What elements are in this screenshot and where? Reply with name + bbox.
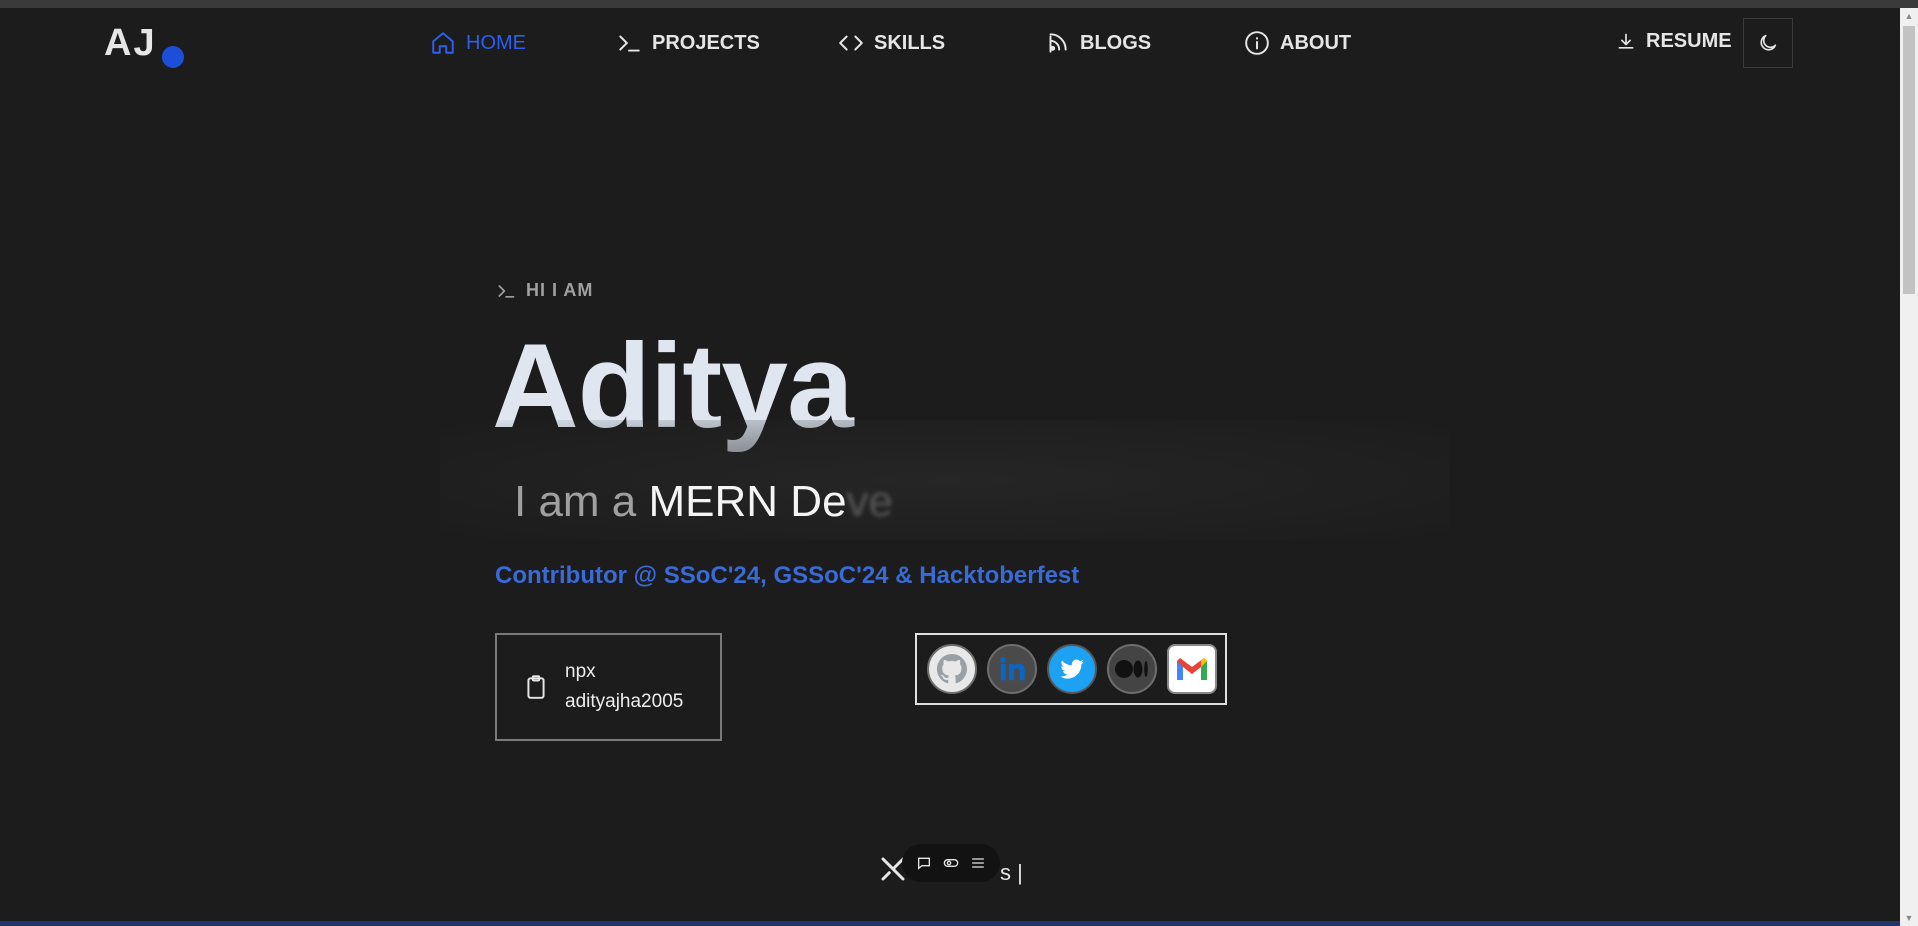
- resume-button[interactable]: RESUME: [1616, 30, 1732, 53]
- scroll-up-icon[interactable]: ▲: [1900, 8, 1918, 24]
- nav-home-label: HOME: [466, 31, 526, 54]
- browser-top-strip: [0, 0, 1918, 8]
- hero-greeting: HI I AM: [496, 280, 593, 301]
- floating-toolbar: [902, 844, 1000, 882]
- medium-icon: [1115, 660, 1148, 678]
- nav-skills-label: SKILLS: [874, 31, 946, 54]
- blog-icon: [1049, 33, 1067, 53]
- npx-line-2: adityajha2005: [565, 691, 684, 712]
- menu-icon[interactable]: [970, 855, 986, 871]
- nav-blogs[interactable]: BLOGS: [1044, 28, 1151, 58]
- bottom-typing-text: s |: [1000, 860, 1023, 885]
- nav-blogs-label: BLOGS: [1080, 31, 1152, 54]
- twitter-icon: [1060, 659, 1084, 679]
- github-link[interactable]: [927, 644, 977, 694]
- gmail-link[interactable]: [1167, 644, 1217, 694]
- clipboard-icon[interactable]: [523, 673, 549, 701]
- vertical-scrollbar[interactable]: ▲ ▼: [1900, 8, 1918, 926]
- site-logo[interactable]: AJ: [104, 22, 157, 65]
- typing-prefix: I am a: [514, 477, 637, 526]
- logo-dot: [162, 46, 184, 68]
- nav-home[interactable]: HOME: [430, 28, 526, 58]
- code-icon: [839, 35, 863, 51]
- taskbar-edge: [0, 921, 1900, 926]
- theme-toggle-button[interactable]: [1743, 18, 1793, 68]
- gmail-icon: [1177, 658, 1207, 680]
- linkedin-icon: [1000, 657, 1025, 681]
- terminal-icon: [619, 35, 640, 52]
- info-icon: [1245, 31, 1269, 55]
- terminal-icon: [498, 284, 515, 298]
- twitter-link[interactable]: [1047, 644, 1097, 694]
- npx-line-1: npx: [565, 661, 596, 682]
- typing-text: MERN De: [648, 477, 847, 526]
- medium-link[interactable]: [1107, 644, 1157, 694]
- nav-projects-label: PROJECTS: [652, 31, 760, 54]
- nav-about-label: ABOUT: [1280, 31, 1352, 54]
- nav-about[interactable]: ABOUT: [1244, 28, 1351, 58]
- linkedin-link[interactable]: [987, 644, 1037, 694]
- scroll-down-icon[interactable]: ▼: [1900, 910, 1918, 926]
- typing-line: I am a MERN Deve: [514, 480, 893, 524]
- toggle-icon[interactable]: [943, 855, 959, 871]
- nav-skills[interactable]: SKILLS: [838, 28, 945, 58]
- typing-fading-text: ve: [846, 477, 894, 526]
- comment-icon[interactable]: [916, 855, 932, 871]
- scrollbar-thumb[interactable]: [1903, 26, 1915, 294]
- social-links: [915, 633, 1227, 705]
- npx-copy-box[interactable]: npx adityajha2005: [495, 633, 722, 741]
- contributor-line: Contributor @ SSoC'24, GSSoC'24 & Hackto…: [495, 562, 1080, 589]
- download-icon: [1618, 33, 1634, 49]
- resume-label: RESUME: [1646, 30, 1732, 52]
- nav-projects[interactable]: PROJECTS: [616, 28, 760, 58]
- home-icon: [432, 32, 454, 54]
- hero-greeting-label: HI I AM: [526, 280, 594, 300]
- moon-icon: [1760, 34, 1777, 51]
- npx-command: npx adityajha2005: [565, 657, 683, 717]
- github-icon: [936, 653, 967, 684]
